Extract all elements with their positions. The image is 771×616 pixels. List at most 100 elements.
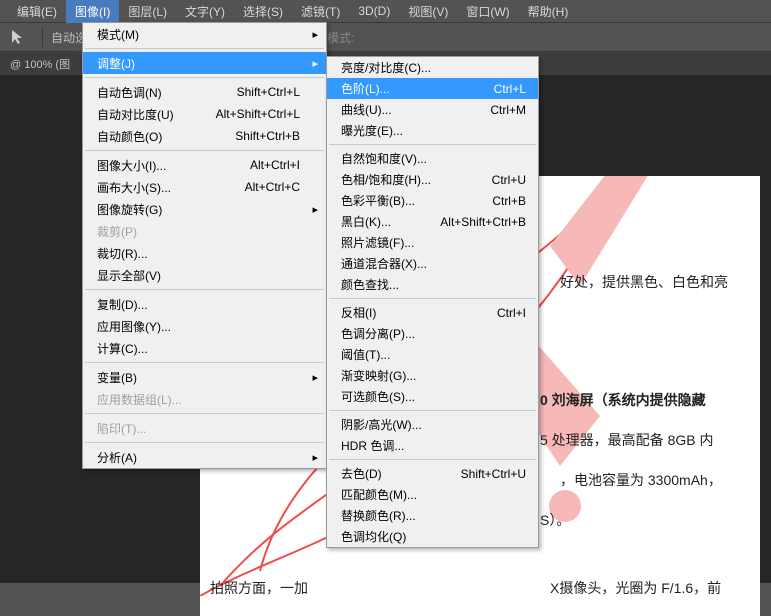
menu-item-label: 色阶(L)... xyxy=(341,80,390,97)
doc-text: S）。 xyxy=(540,506,570,534)
menu-item[interactable]: 应用图像(Y)... xyxy=(83,315,326,337)
menu-item[interactable]: 图像大小(I)... Alt+Ctrl+I xyxy=(83,154,326,176)
menu-item[interactable]: 自然饱和度(V)... xyxy=(327,148,538,169)
menu-item[interactable]: 阈值(T)... xyxy=(327,344,538,365)
menu-item: 裁剪(P) xyxy=(83,220,326,242)
image-menu-dropdown[interactable]: 模式(M)调整(J)自动色调(N)Shift+Ctrl+L自动对比度(U)Alt… xyxy=(82,22,327,469)
menu-item[interactable]: 帮助(H) xyxy=(519,0,578,23)
menu-item[interactable]: 替换颜色(R)... xyxy=(327,505,538,526)
menu-item-label: 色调分离(P)... xyxy=(341,325,415,342)
menu-item[interactable]: 变量(B) xyxy=(83,366,326,388)
menu-item-label: 画布大小(S)... xyxy=(97,179,171,196)
menu-item[interactable]: 色阶(L)...Ctrl+L xyxy=(327,78,538,99)
menu-item[interactable]: 选择(S) xyxy=(234,0,292,23)
menu-item[interactable]: 曲线(U)...Ctrl+M xyxy=(327,99,538,120)
menu-item[interactable]: 裁切(R)... xyxy=(83,242,326,264)
menu-item[interactable]: 色调分离(P)... xyxy=(327,323,538,344)
document-tab[interactable]: @ 100% (图 xyxy=(10,56,70,72)
menu-item[interactable]: 视图(V) xyxy=(399,0,457,23)
menu-item[interactable]: 色彩平衡(B)...Ctrl+B xyxy=(327,190,538,211)
menu-shortcut: Ctrl+I xyxy=(497,306,526,320)
menu-item[interactable]: 自动颜色(O)Shift+Ctrl+B xyxy=(83,125,326,147)
menu-shortcut: Alt+Shift+Ctrl+B xyxy=(440,215,526,229)
menu-item[interactable]: 亮度/对比度(C)... xyxy=(327,57,538,78)
move-tool-icon[interactable] xyxy=(8,28,26,46)
menu-item-label: 分析(A) xyxy=(97,449,137,466)
menu-item[interactable]: 滤镜(T) xyxy=(292,0,349,23)
menu-item[interactable]: 可选颜色(S)... xyxy=(327,386,538,407)
menu-item[interactable]: HDR 色调... xyxy=(327,435,538,456)
menu-item[interactable]: 图像(I) xyxy=(66,0,119,23)
menu-item-label: 裁剪(P) xyxy=(97,223,137,240)
adjustments-submenu[interactable]: 亮度/对比度(C)...色阶(L)...Ctrl+L曲线(U)...Ctrl+M… xyxy=(326,56,539,548)
menu-item-label: 曝光度(E)... xyxy=(341,122,403,139)
menu-item-label: 照片滤镜(F)... xyxy=(341,234,414,251)
menu-item[interactable]: 自动色调(N)Shift+Ctrl+L xyxy=(83,81,326,103)
menu-item[interactable]: 渐变映射(G)... xyxy=(327,365,538,386)
menu-item[interactable]: 计算(C)... xyxy=(83,337,326,359)
menu-item-label: 替换颜色(R)... xyxy=(341,507,416,524)
menu-item[interactable]: 自动对比度(U)Alt+Shift+Ctrl+L xyxy=(83,103,326,125)
menu-item-label: 自然饱和度(V)... xyxy=(341,150,427,167)
menu-item-label: 去色(D) xyxy=(341,465,382,482)
menu-shortcut: Shift+Ctrl+B xyxy=(235,129,300,143)
menu-item-label: 匹配颜色(M)... xyxy=(341,486,417,503)
menu-item[interactable]: 照片滤镜(F)... xyxy=(327,232,538,253)
menu-item-label: 陷印(T)... xyxy=(97,420,146,437)
menu-item-label: 自动对比度(U) xyxy=(97,106,174,123)
menu-separator xyxy=(85,442,324,443)
menu-item[interactable]: 匹配颜色(M)... xyxy=(327,484,538,505)
menu-item[interactable]: 文字(Y) xyxy=(176,0,234,23)
menu-shortcut: Alt+Ctrl+I xyxy=(250,158,300,172)
menu-shortcut: Ctrl+M xyxy=(490,103,526,117)
menu-shortcut: Shift+Ctrl+L xyxy=(237,85,300,99)
menu-item[interactable]: 编辑(E) xyxy=(8,0,66,23)
menu-item[interactable]: 通道混合器(X)... xyxy=(327,253,538,274)
doc-text: 拍照方面，一加 xyxy=(210,574,308,602)
menu-item-label: 图像大小(I)... xyxy=(97,157,166,174)
menu-item[interactable]: 颜色查找... xyxy=(327,274,538,295)
menu-item[interactable]: 画布大小(S)...Alt+Ctrl+C xyxy=(83,176,326,198)
menu-item[interactable]: 图像旋转(G) xyxy=(83,198,326,220)
menu-item-label: 反相(I) xyxy=(341,304,376,321)
menu-item[interactable]: 黑白(K)... Alt+Shift+Ctrl+B xyxy=(327,211,538,232)
menu-item[interactable]: 调整(J) xyxy=(83,52,326,74)
menu-item[interactable]: 3D(D) xyxy=(349,1,399,21)
menu-item-label: 计算(C)... xyxy=(97,340,148,357)
menu-shortcut: Ctrl+U xyxy=(492,173,526,187)
menu-item[interactable]: 曝光度(E)... xyxy=(327,120,538,141)
doc-text: 0 刘海屏（系统内提供隐藏 xyxy=(540,386,706,414)
menu-item-label: 裁切(R)... xyxy=(97,245,148,262)
menu-separator xyxy=(329,144,536,145)
menu-item[interactable]: 色调均化(Q) xyxy=(327,526,538,547)
doc-text: 5 处理器，最高配备 8GB 内 xyxy=(540,426,713,454)
menu-item-label: 变量(B) xyxy=(97,369,137,386)
menu-item-label: 阈值(T)... xyxy=(341,346,390,363)
menu-separator xyxy=(329,410,536,411)
menu-item-label: 渐变映射(G)... xyxy=(341,367,416,384)
menu-item-label: 调整(J) xyxy=(97,55,135,72)
menu-separator xyxy=(85,289,324,290)
menu-item[interactable]: 图层(L) xyxy=(119,0,176,23)
menu-item-label: 颜色查找... xyxy=(341,276,399,293)
menu-separator xyxy=(85,413,324,414)
menu-item[interactable]: 模式(M) xyxy=(83,23,326,45)
toolbar-divider xyxy=(42,27,43,47)
doc-text: 好处，提供黑色、白色和亮 xyxy=(560,268,728,296)
menu-item[interactable]: 反相(I) Ctrl+I xyxy=(327,302,538,323)
menu-item-label: 模式(M) xyxy=(97,26,139,43)
menu-item[interactable]: 显示全部(V) xyxy=(83,264,326,286)
menu-item: 陷印(T)... xyxy=(83,417,326,439)
menu-separator xyxy=(329,459,536,460)
menu-item[interactable]: 去色(D)Shift+Ctrl+U xyxy=(327,463,538,484)
menu-item-label: 可选颜色(S)... xyxy=(341,388,415,405)
menu-item[interactable]: 分析(A) xyxy=(83,446,326,468)
menu-item-label: 色相/饱和度(H)... xyxy=(341,171,431,188)
menu-item-label: 通道混合器(X)... xyxy=(341,255,427,272)
menu-item[interactable]: 窗口(W) xyxy=(457,0,518,23)
menu-item-label: 色彩平衡(B)... xyxy=(341,192,415,209)
menu-item[interactable]: 色相/饱和度(H)... Ctrl+U xyxy=(327,169,538,190)
menu-item[interactable]: 阴影/高光(W)... xyxy=(327,414,538,435)
menu-item-label: 黑白(K)... xyxy=(341,213,391,230)
menu-item[interactable]: 复制(D)... xyxy=(83,293,326,315)
